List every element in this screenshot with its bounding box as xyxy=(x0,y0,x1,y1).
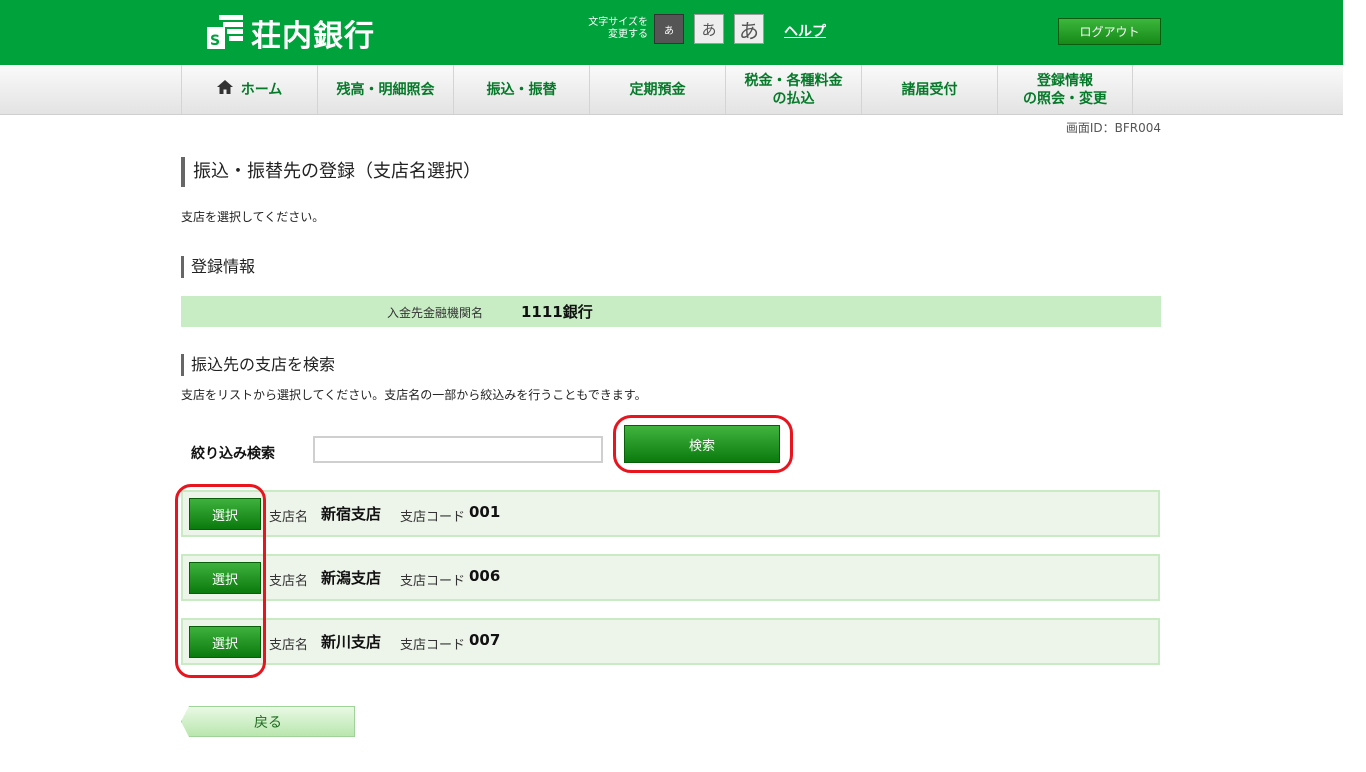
branch-row: 選択 支店名 新宿支店 支店コード 001 xyxy=(181,490,1160,537)
page-title: 振込・振替先の登録（支店名選択） xyxy=(181,157,481,187)
help-link[interactable]: ヘルプ xyxy=(784,21,826,41)
nav-item-registration-info[interactable]: 登録情報 の照会・変更 xyxy=(997,65,1133,114)
select-button[interactable]: 選択 xyxy=(189,562,261,594)
bank-name: 荘内銀行 xyxy=(251,19,375,54)
branch-row: 選択 支店名 新潟支店 支店コード 006 xyxy=(181,554,1160,601)
registration-info-bar: 入金先金融機関名 1111銀行 xyxy=(181,296,1161,327)
nav-item-home[interactable]: ホーム xyxy=(181,65,317,114)
bank-logo[interactable]: S 荘内銀行 xyxy=(205,11,375,55)
nav-item-label: ホーム xyxy=(240,81,283,98)
main-nav: ホーム 残高・明細照会 振込・振替 定期預金 税金・各種料金 の払込 諸届受付 登… xyxy=(0,65,1343,115)
branch-name-label: 支店名 xyxy=(269,574,309,589)
branch-name: 新潟支店 xyxy=(321,569,382,587)
bank-value: 1111銀行 xyxy=(521,303,593,321)
registration-heading: 登録情報 xyxy=(181,256,255,278)
font-size-label: 文字サイズを 変更する xyxy=(588,17,648,40)
nav-item-label: 登録情報 の照会・変更 xyxy=(1023,72,1107,107)
bank-label: 入金先金融機関名 xyxy=(387,306,484,320)
nav-item-label: 残高・明細照会 xyxy=(336,81,435,98)
back-button[interactable]: 戻る xyxy=(181,706,355,737)
bank-logo-icon: S xyxy=(205,13,245,53)
search-button[interactable]: 検索 xyxy=(624,425,780,463)
nav-item-balance[interactable]: 残高・明細照会 xyxy=(317,65,453,114)
font-size-small-button[interactable]: あ xyxy=(654,14,684,44)
branch-name-label: 支店名 xyxy=(269,510,309,525)
nav-item-label: 諸届受付 xyxy=(901,81,958,98)
branch-code-label: 支店コード xyxy=(400,510,466,525)
select-button[interactable]: 選択 xyxy=(189,498,261,530)
search-heading: 振込先の支店を検索 xyxy=(181,354,335,376)
svg-text:S: S xyxy=(210,33,220,49)
branch-code: 006 xyxy=(469,567,501,585)
branch-code: 007 xyxy=(469,631,501,649)
filter-input[interactable] xyxy=(313,436,603,463)
home-icon xyxy=(216,80,233,99)
font-size-medium-button[interactable]: あ xyxy=(694,14,724,44)
nav-item-time-deposit[interactable]: 定期預金 xyxy=(589,65,725,114)
branch-code-label: 支店コード xyxy=(400,574,466,589)
font-size-large-button[interactable]: あ xyxy=(734,14,764,44)
nav-item-tax-payment[interactable]: 税金・各種料金 の払込 xyxy=(725,65,861,114)
logout-button[interactable]: ログアウト xyxy=(1058,18,1161,45)
header-bar: S 荘内銀行 文字サイズを 変更する あ あ あ ヘルプ ログアウト xyxy=(0,0,1343,65)
branch-code-label: 支店コード xyxy=(400,638,466,653)
filter-label: 絞り込み検索 xyxy=(191,446,275,462)
branch-row: 選択 支店名 新川支店 支店コード 007 xyxy=(181,618,1160,665)
nav-item-label: 税金・各種料金 の払込 xyxy=(744,72,843,107)
nav-item-label: 振込・振替 xyxy=(486,81,557,98)
nav-item-transfer[interactable]: 振込・振替 xyxy=(453,65,589,114)
nav-item-label: 定期預金 xyxy=(629,81,686,98)
branch-code: 001 xyxy=(469,503,501,521)
branch-name: 新宿支店 xyxy=(321,505,382,523)
branch-name-label: 支店名 xyxy=(269,638,309,653)
select-button[interactable]: 選択 xyxy=(189,626,261,658)
search-description: 支店をリストから選択してください。支店名の一部から絞込みを行うこともできます。 xyxy=(181,388,647,402)
nav-item-notifications[interactable]: 諸届受付 xyxy=(861,65,997,114)
page-instruction: 支店を選択してください。 xyxy=(181,210,325,224)
branch-name: 新川支店 xyxy=(321,633,382,651)
screen-id: 画面ID：BFR004 xyxy=(1065,121,1161,135)
